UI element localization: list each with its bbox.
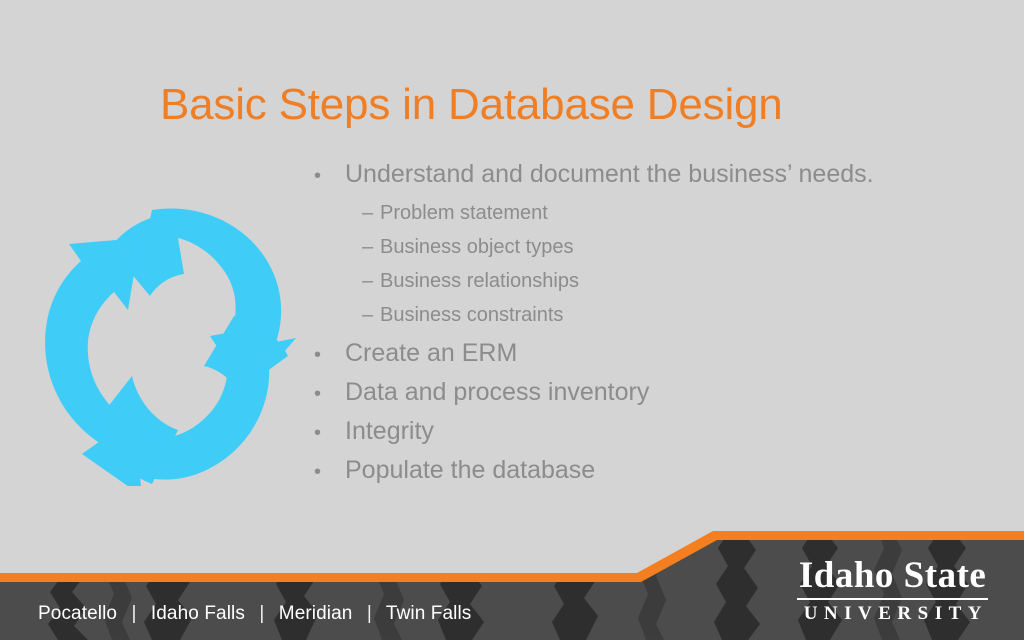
- campus-name: Idaho Falls: [150, 603, 245, 624]
- sub-bullet-item: – Business relationships: [314, 264, 974, 298]
- campus-name: Meridian: [278, 603, 353, 624]
- bullet-marker-icon: •: [314, 461, 322, 483]
- sub-bullet-text: Business constraints: [380, 304, 564, 326]
- bullet-list: • Understand and document the business’ …: [314, 156, 974, 491]
- bullet-item: • Integrity: [314, 413, 974, 452]
- recycling-cycle-arrows-icon: [34, 196, 302, 486]
- page-title: Basic Steps in Database Design: [160, 80, 783, 129]
- sub-bullet-text: Business relationships: [380, 270, 579, 292]
- sub-bullet-item: – Problem statement: [314, 196, 974, 230]
- bullet-item: • Create an ERM: [314, 335, 974, 374]
- idaho-state-university-logo: Idaho State UNIVERSITY: [797, 556, 988, 624]
- sub-bullet-text: Problem statement: [380, 202, 548, 224]
- dash-marker-icon: –: [362, 202, 374, 224]
- dash-marker-icon: –: [362, 304, 374, 326]
- campus-name: Twin Falls: [385, 603, 472, 624]
- bullet-item: • Populate the database: [314, 452, 974, 491]
- sub-bullet-group: – Problem statement – Business object ty…: [314, 196, 974, 332]
- slide: Basic Steps in Database Design • Underst…: [0, 0, 1024, 640]
- logo-divider: [797, 598, 988, 600]
- bullet-item: • Understand and document the business’ …: [314, 156, 974, 195]
- bullet-marker-icon: •: [314, 344, 322, 366]
- bullet-text: Integrity: [345, 417, 434, 445]
- bullet-item: • Data and process inventory: [314, 374, 974, 413]
- bullet-text: Populate the database: [345, 456, 596, 484]
- bullet-text: Understand and document the business’ ne…: [345, 160, 874, 188]
- bullet-marker-icon: •: [314, 165, 322, 187]
- campus-separator: |: [131, 603, 137, 624]
- bullet-marker-icon: •: [314, 422, 322, 444]
- logo-subtitle: UNIVERSITY: [803, 603, 988, 624]
- campus-list: Pocatello | Idaho Falls | Meridian | Twi…: [38, 602, 471, 626]
- campus-name: Pocatello: [38, 603, 118, 624]
- campus-separator: |: [366, 603, 372, 624]
- sub-bullet-text: Business object types: [380, 236, 574, 258]
- bullet-text: Create an ERM: [345, 339, 518, 367]
- dash-marker-icon: –: [362, 270, 374, 292]
- sub-bullet-item: – Business object types: [314, 230, 974, 264]
- bullet-text: Data and process inventory: [345, 378, 650, 406]
- slide-footer: Pocatello | Idaho Falls | Meridian | Twi…: [0, 530, 1024, 640]
- campus-separator: |: [259, 603, 265, 624]
- bullet-marker-icon: •: [314, 383, 322, 405]
- sub-bullet-item: – Business constraints: [314, 298, 974, 332]
- dash-marker-icon: –: [362, 236, 374, 258]
- logo-wordmark: Idaho State: [798, 555, 987, 596]
